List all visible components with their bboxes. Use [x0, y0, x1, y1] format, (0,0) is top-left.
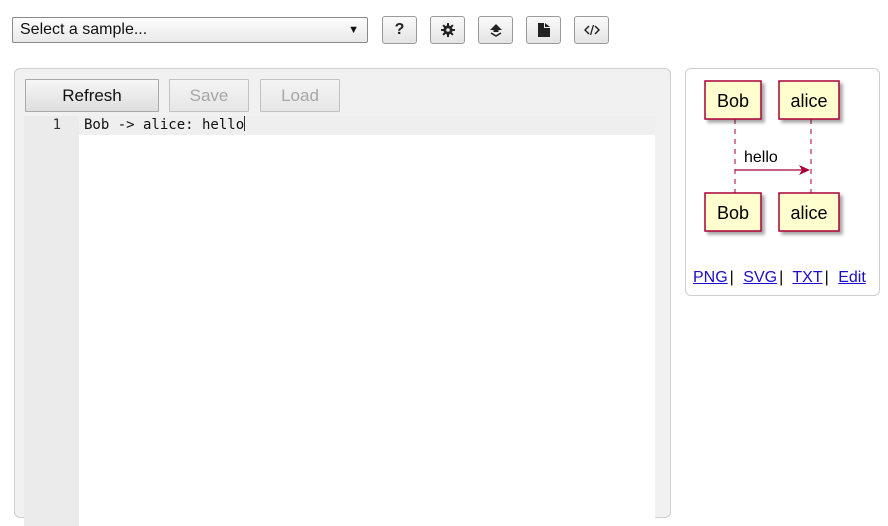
participant-label-bob-bottom: Bob	[717, 203, 749, 223]
upload-button[interactable]	[478, 16, 513, 44]
code-line-text: Bob -> alice: hello	[84, 117, 245, 133]
text-cursor	[244, 116, 246, 131]
sequence-diagram: Bob alice hello Bob alice	[704, 80, 840, 232]
link-separator: |	[729, 269, 734, 286]
question-icon: ?	[394, 21, 405, 38]
settings-button[interactable]	[430, 16, 465, 44]
save-button[interactable]: Save	[169, 79, 249, 112]
file-button[interactable]	[526, 16, 561, 44]
dropdown-arrow-icon: ▼	[348, 24, 359, 36]
link-separator: |	[779, 269, 784, 286]
code-icon	[583, 24, 600, 36]
code-line[interactable]: Bob -> alice: hello	[84, 116, 246, 135]
svg-link[interactable]: SVG	[743, 269, 777, 286]
code-editor[interactable]: 1 Bob -> alice: hello	[24, 116, 655, 526]
sample-select-value: Select a sample...	[20, 21, 148, 38]
participant-label-bob-top: Bob	[717, 91, 749, 111]
upload-icon	[489, 24, 502, 37]
txt-link[interactable]: TXT	[792, 269, 822, 286]
message-label: hello	[744, 149, 778, 166]
refresh-button[interactable]: Refresh	[25, 79, 159, 112]
line-gutter: 1	[24, 116, 79, 526]
file-icon	[537, 23, 550, 37]
edit-link[interactable]: Edit	[838, 269, 866, 286]
help-button[interactable]: ?	[382, 16, 417, 44]
participant-label-alice-bottom: alice	[790, 203, 827, 223]
png-link[interactable]: PNG	[693, 269, 728, 286]
preview-panel: Bob alice hello Bob alice PNG | SVG | TXT |…	[685, 68, 880, 296]
export-links: PNG | SVG | TXT | Edit	[693, 269, 866, 287]
editor-panel: Refresh Save Load 1 Bob -> alice: hello	[14, 68, 671, 526]
line-number: 1	[52, 117, 61, 133]
participant-label-alice-top: alice	[790, 91, 827, 111]
code-button[interactable]	[574, 16, 609, 44]
sample-select[interactable]: Select a sample... ▼	[12, 17, 368, 43]
link-separator: |	[824, 269, 829, 286]
gear-icon	[440, 23, 455, 37]
load-button[interactable]: Load	[260, 79, 340, 112]
